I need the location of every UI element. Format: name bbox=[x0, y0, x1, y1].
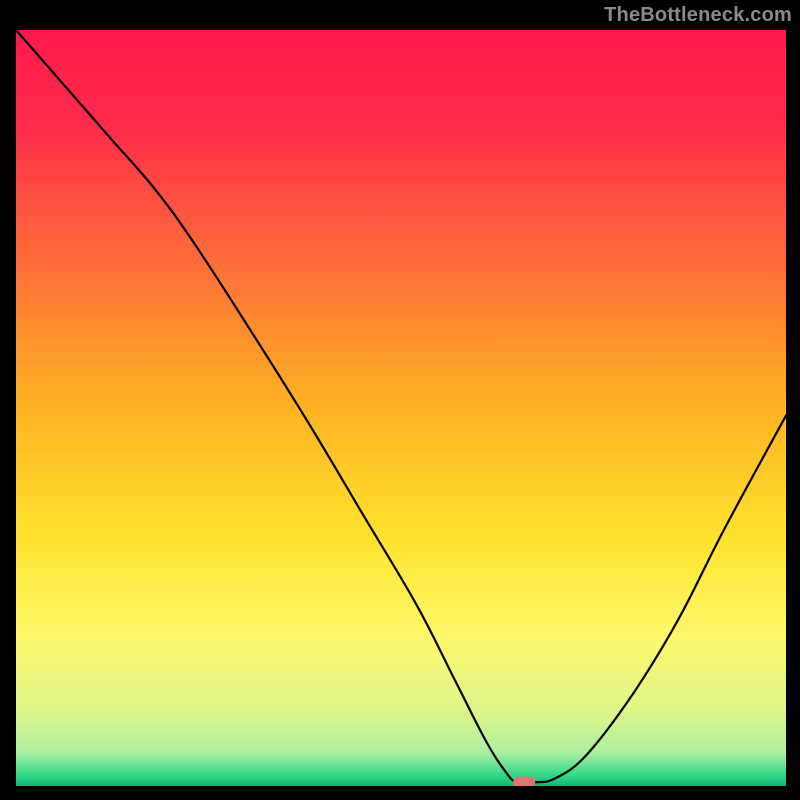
optimal-marker bbox=[513, 777, 535, 786]
chart-frame: TheBottleneck.com bbox=[0, 0, 800, 800]
gradient-background bbox=[16, 30, 786, 786]
chart-svg bbox=[16, 30, 786, 786]
plot-area bbox=[16, 30, 786, 786]
watermark-text: TheBottleneck.com bbox=[604, 4, 792, 27]
